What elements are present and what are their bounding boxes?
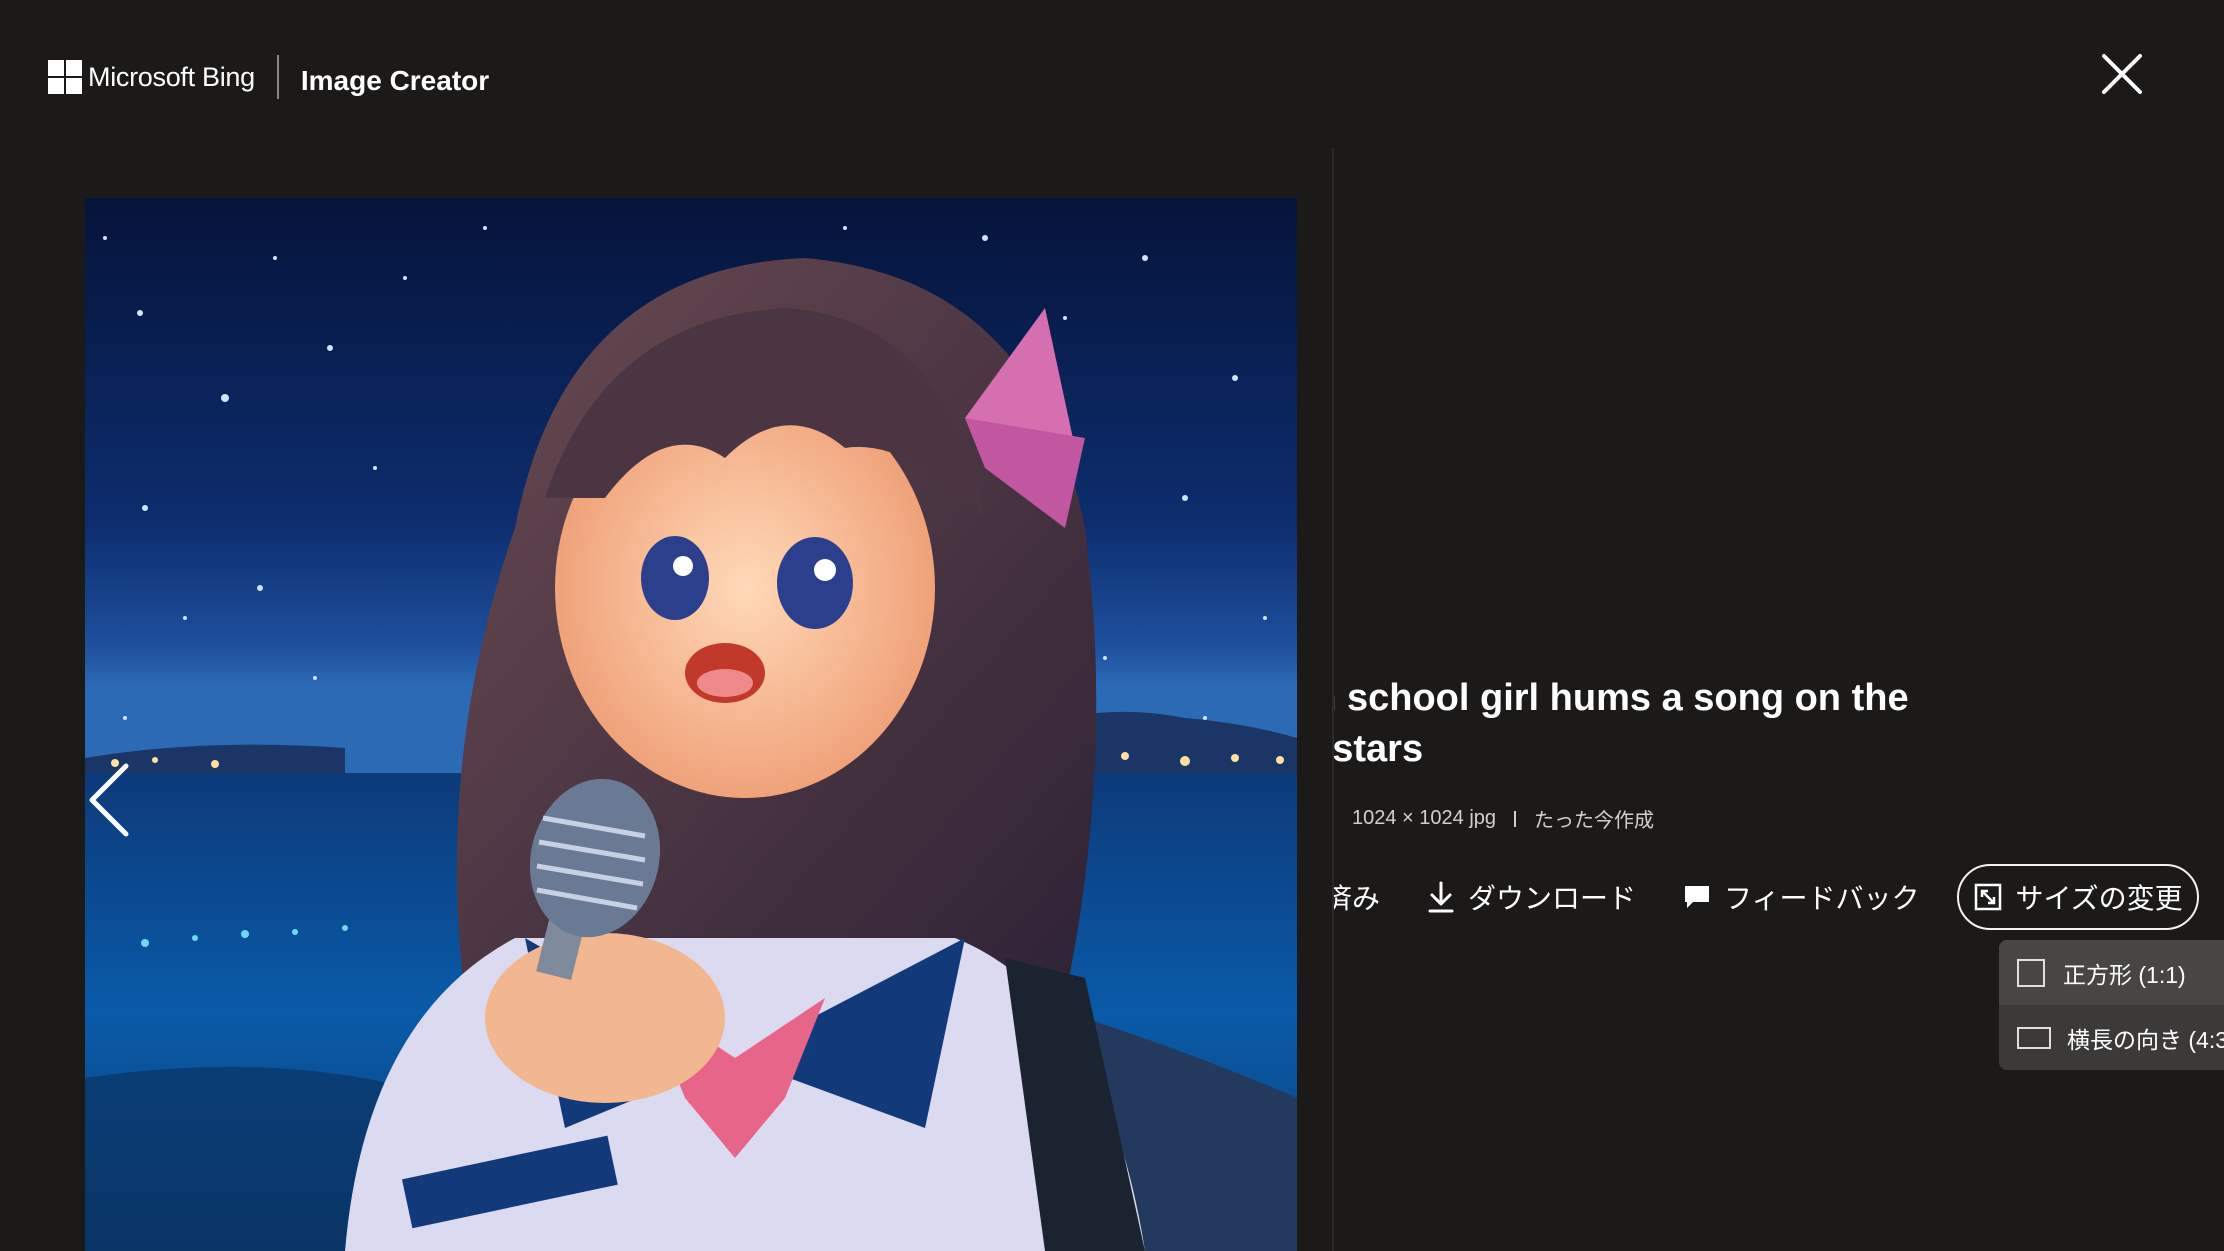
resize-option-label: 横長の向き (4:3) [2067,1026,2224,1053]
header: Microsoft Bing Image Creator [0,0,2224,150]
prompt-title-line-1: gh school girl hums a song on the [1334,677,1909,719]
square-icon [2017,958,2045,987]
saved-label: 存済み [1334,883,1381,914]
close-icon [2102,54,2142,94]
resize-option-landscape[interactable]: 横長の向き (4:3) [1999,1005,2224,1070]
details-panel: gh school girl hums a song on the ie sta… [1334,148,2224,1251]
resize-menu: 正方形 (1:1) 横長の向き (4:3) [1999,940,2224,1070]
resize-option-label: 正方形 (1:1) [2063,961,2186,988]
previous-image-button[interactable] [82,760,142,840]
resize-button[interactable]: サイズの変更 [1957,864,2199,930]
chevron-left-icon [89,763,129,837]
generated-image [85,198,1297,1251]
download-label: ダウンロード [1468,883,1637,914]
close-button[interactable] [2098,50,2146,98]
download-icon [1428,881,1454,913]
download-button[interactable]: ダウンロード [1426,864,1636,930]
brand[interactable]: Microsoft Bing Image Creator [48,55,489,99]
brand-divider [276,55,279,99]
image-meta: 1024 × 1024 jpg たった今作成 [1334,804,1654,833]
image-viewer-page: Microsoft Bing Image Creator gh school g… [0,0,2224,1251]
feedback-button[interactable]: フィードバック [1682,864,1919,930]
prompt-title-line-2: ie stars [1334,728,1424,770]
prompt-title: gh school girl hums a song on the ie sta… [1334,673,2224,775]
meta-separator [1514,810,1517,827]
landscape-icon [2017,1026,2051,1049]
product-name: Image Creator [300,65,490,96]
resize-label: サイズの変更 [2015,883,2183,914]
brand-name: Microsoft Bing [88,61,255,92]
action-bar: 存済み ダウンロード フィードバック [1334,864,2199,930]
feedback-label: フィードバック [1724,883,1920,914]
resize-icon [1975,883,2002,911]
feedback-icon [1685,886,1710,908]
image-dimensions: 1024 × 1024 jpg [1352,807,1497,829]
image-created: たった今作成 [1534,810,1655,832]
saved-button[interactable]: 存済み [1334,864,1380,930]
resize-option-square[interactable]: 正方形 (1:1) [1999,940,2224,1005]
microsoft-logo-icon [48,60,82,94]
